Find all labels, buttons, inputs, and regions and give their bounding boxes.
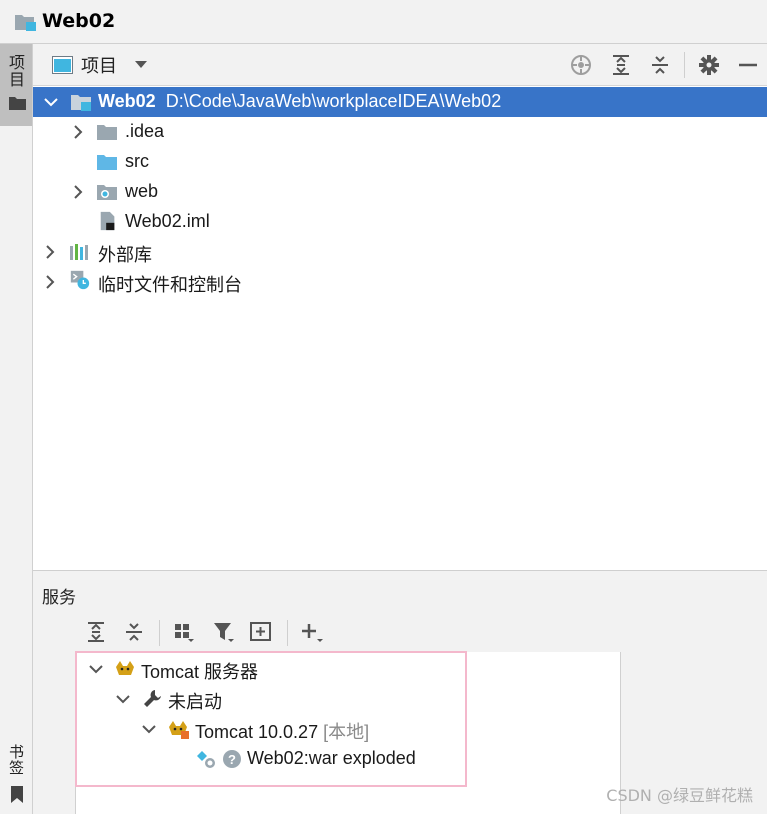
- project-view-label: 项目: [81, 56, 117, 77]
- project-toolbar: 项目: [33, 44, 767, 86]
- services-row-not-started[interactable]: 未启动: [76, 684, 621, 714]
- project-module-icon: [15, 15, 36, 31]
- bookmark-icon: [11, 786, 23, 803]
- source-folder-icon: [97, 155, 117, 170]
- artifact-icon: [197, 751, 215, 768]
- expand-all-icon: [613, 55, 629, 75]
- bookmarks-tool-tab[interactable]: 书签: [0, 734, 32, 814]
- watermark: CSDN @绿豆鲜花糕: [606, 786, 753, 805]
- bookmarks-tab-label: 书签: [9, 743, 25, 777]
- window-title: Web02: [42, 10, 116, 32]
- tree-row-root[interactable]: Web02 D:\Code\JavaWeb\workplaceIDEA\Web02: [33, 87, 767, 117]
- group-by-icon: [175, 624, 194, 642]
- services-expand-all-button[interactable]: [83, 620, 109, 644]
- tree-item-label: Tomcat 服务器: [141, 662, 259, 682]
- server-qualifier: [本地]: [323, 722, 370, 742]
- expand-all-icon: [88, 622, 104, 642]
- module-folder-icon: [71, 95, 91, 111]
- project-view-selector[interactable]: 项目: [52, 53, 147, 77]
- toolbar-divider: [287, 620, 288, 646]
- services-collapse-all-button[interactable]: [121, 620, 147, 644]
- chevron-down-icon: [116, 695, 130, 704]
- chevron-down-icon: [44, 98, 58, 107]
- new-tab-button[interactable]: [249, 620, 275, 644]
- expand-all-button[interactable]: [608, 53, 634, 77]
- window-icon: [52, 56, 73, 74]
- tomcat-icon: [116, 661, 134, 675]
- project-tab-label: 项目: [9, 53, 26, 89]
- toolbar-divider: [684, 52, 685, 78]
- filter-icon: [214, 623, 234, 642]
- crosshair-icon: [571, 55, 591, 75]
- chevron-right-icon: [46, 275, 55, 289]
- tree-row-idea[interactable]: .idea: [33, 117, 767, 147]
- chevron-right-icon: [46, 245, 55, 259]
- group-by-button[interactable]: [171, 620, 197, 644]
- project-tool-tab[interactable]: 项目: [0, 44, 32, 126]
- filter-button[interactable]: [211, 620, 237, 644]
- collapse-all-icon: [652, 56, 668, 74]
- root-module-path: D:\Code\JavaWeb\workplaceIDEA\Web02: [165, 91, 502, 111]
- tree-item-label: 未启动: [168, 692, 222, 712]
- tree-item-label: 外部库: [98, 245, 152, 265]
- dropdown-caret-icon: [135, 61, 147, 68]
- collapse-all-button[interactable]: [647, 53, 673, 77]
- library-icon: [70, 244, 88, 260]
- options-button[interactable]: [696, 53, 722, 77]
- tree-row-iml[interactable]: Web02.iml: [33, 207, 767, 237]
- tomcat-server-icon: [169, 721, 189, 739]
- gear-icon: [699, 55, 719, 75]
- folder-icon: [97, 125, 117, 140]
- tree-item-label: src: [125, 151, 149, 171]
- services-panel-header: 服务: [33, 570, 767, 614]
- services-toolbar: [75, 614, 621, 652]
- scratch-console-icon: [70, 270, 90, 290]
- chevron-right-icon: [74, 125, 83, 139]
- services-row-tomcat-group[interactable]: Tomcat 服务器: [76, 654, 621, 684]
- iml-file-icon: [100, 211, 115, 231]
- title-bar: Web02: [0, 0, 767, 44]
- select-opened-file-button[interactable]: [568, 53, 594, 77]
- tree-item-label: web: [125, 181, 159, 201]
- plus-icon: [302, 624, 323, 642]
- tree-item-label: Web02.iml: [125, 211, 210, 231]
- svg-text:?: ?: [228, 752, 236, 767]
- open-in-new-tab-icon: [250, 622, 271, 641]
- hide-panel-button[interactable]: [735, 53, 761, 77]
- left-tool-strip: 项目 书签: [0, 44, 33, 814]
- services-tree: Tomcat 服务器 未启动 Tomcat 10.0.27 [本地] ? Web…: [75, 652, 621, 814]
- server-name: Tomcat 10.0.27: [195, 722, 319, 742]
- tree-row-src[interactable]: src: [33, 147, 767, 177]
- tree-row-web[interactable]: web: [33, 177, 767, 207]
- project-tree: Web02 D:\Code\JavaWeb\workplaceIDEA\Web02…: [33, 86, 767, 570]
- services-title: 服务: [42, 588, 76, 608]
- tree-item-label: .idea: [125, 121, 165, 141]
- minimize-icon: [739, 63, 757, 67]
- chevron-right-icon: [74, 185, 83, 199]
- chevron-down-icon: [142, 725, 156, 734]
- wrench-icon: [144, 690, 161, 707]
- web-folder-icon: [97, 185, 117, 200]
- tree-item-label: 临时文件和控制台: [98, 275, 242, 295]
- services-row-tomcat-server[interactable]: Tomcat 10.0.27 [本地]: [76, 714, 621, 744]
- services-row-artifact[interactable]: ? Web02:war exploded: [76, 744, 621, 774]
- tree-row-scratches[interactable]: 临时文件和控制台: [33, 267, 767, 297]
- tree-row-external-libraries[interactable]: 外部库: [33, 237, 767, 267]
- collapse-all-icon: [126, 623, 142, 641]
- toolbar-divider: [159, 620, 160, 646]
- question-icon: ?: [223, 750, 241, 768]
- folder-icon: [9, 97, 26, 110]
- chevron-down-icon: [89, 665, 103, 674]
- add-service-button[interactable]: [299, 620, 325, 644]
- root-module-name: Web02: [98, 91, 156, 111]
- tree-item-label: Web02:war exploded: [247, 748, 416, 768]
